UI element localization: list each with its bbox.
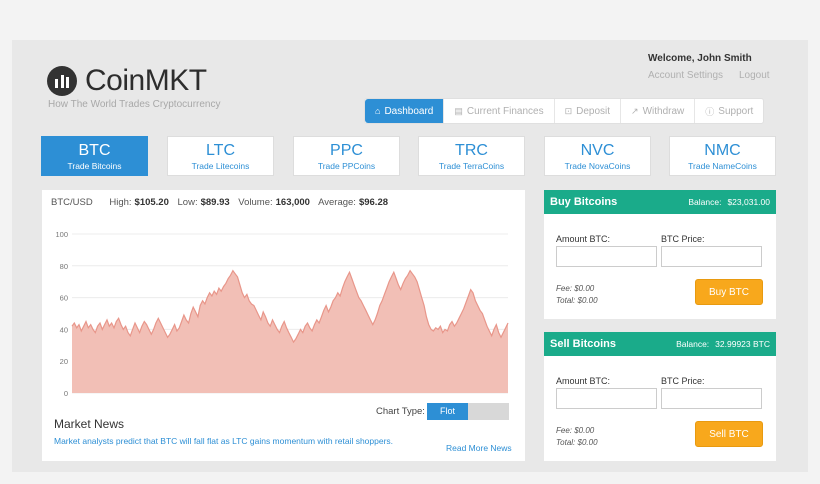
nav-label: Current Finances	[466, 105, 544, 117]
sell-total: Total: $0.00	[556, 438, 598, 447]
support-icon: ⓘ	[705, 106, 715, 117]
coin-subtitle: Trade PPCoins	[317, 161, 376, 171]
nav-label: Deposit	[576, 105, 611, 117]
logo[interactable]: CoinMKT	[47, 66, 207, 96]
price-chart: 0 20 40 60 80 100	[55, 230, 509, 398]
nav-deposit[interactable]: ⊡ Deposit	[553, 99, 620, 123]
buy-amount-input[interactable]	[556, 246, 657, 267]
chart-type-flot[interactable]: Flot	[427, 403, 468, 420]
coin-symbol: NMC	[704, 142, 741, 159]
market-news-title: Market News	[54, 417, 125, 431]
finances-icon: ▤	[454, 105, 463, 116]
coin-symbol: NVC	[580, 142, 615, 159]
buy-title: Buy Bitcoins	[550, 196, 618, 208]
nav-dashboard[interactable]: ⌂ Dashboard	[365, 99, 444, 123]
brand-name: CoinMKT	[85, 64, 207, 97]
y-tick-label: 60	[60, 294, 68, 303]
buy-btc-button[interactable]: Buy BTC	[695, 279, 763, 305]
low-value: $89.93	[200, 197, 230, 208]
average-value: $96.28	[358, 197, 389, 208]
coin-subtitle: Trade Bitcoins	[67, 161, 122, 171]
tagline: How The World Trades Cryptocurrency	[48, 99, 221, 110]
average-label: Average:	[318, 197, 356, 208]
buy-price-input[interactable]	[661, 246, 762, 267]
sell-panel: Sell Bitcoins Balance: 32.99923 BTC Amoun…	[544, 332, 776, 461]
coin-symbol: TRC	[455, 142, 488, 159]
nav-current-finances[interactable]: ▤ Current Finances	[443, 99, 553, 123]
home-icon: ⌂	[375, 106, 381, 116]
buy-total: Total: $0.00	[556, 296, 598, 305]
deposit-icon: ⊡	[564, 105, 573, 116]
y-tick-label: 80	[60, 262, 68, 271]
balance-label: Balance:	[676, 339, 710, 349]
balance-value: 32.99923 BTC	[715, 339, 770, 349]
tab-ltc[interactable]: LTC Trade Litecoins	[167, 136, 274, 176]
volume-label: Volume:	[238, 197, 273, 208]
nav-withdraw[interactable]: ↗ Withdraw	[620, 99, 694, 123]
nav-label: Support	[718, 105, 754, 117]
tab-btc[interactable]: BTC Trade Bitcoins	[41, 136, 148, 176]
y-tick-label: 20	[60, 357, 68, 366]
chart-panel: BTC/USD High: $105.20 Low: $89.93 Volume: 1…	[42, 190, 525, 461]
sell-price-input[interactable]	[661, 388, 762, 409]
logout-link[interactable]: Logout	[739, 70, 770, 81]
welcome-text: Welcome, John Smith	[648, 53, 752, 64]
sell-btc-button[interactable]: Sell BTC	[695, 421, 763, 447]
tab-nmc[interactable]: NMC Trade NameCoins	[669, 136, 776, 176]
buy-balance: Balance: $23,031.00	[682, 197, 770, 207]
y-tick-label: 40	[60, 325, 68, 334]
low-label: Low:	[177, 197, 198, 208]
coin-subtitle: Trade NameCoins	[688, 161, 757, 171]
sell-price-label: BTC Price:	[661, 376, 705, 386]
balance-value: $23,031.00	[727, 197, 770, 207]
sell-balance: Balance: 32.99923 BTC	[670, 339, 770, 349]
sell-fee: Fee: $0.00	[556, 426, 595, 435]
coin-symbol: LTC	[205, 142, 236, 159]
account-settings-link[interactable]: Account Settings	[648, 70, 723, 81]
price-stats: BTC/USD High: $105.20 Low: $89.93 Volume: 1…	[51, 197, 394, 208]
y-tick-label: 0	[64, 389, 68, 398]
sell-title: Sell Bitcoins	[550, 338, 617, 350]
chart-type-toggle[interactable]: Flot	[427, 403, 509, 420]
withdraw-icon: ↗	[631, 105, 639, 116]
read-more-news-link[interactable]: Read More News	[446, 443, 512, 453]
tab-nvc[interactable]: NVC Trade NovaCoins	[544, 136, 651, 176]
coin-subtitle: Trade Litecoins	[191, 161, 250, 171]
sell-amount-label: Amount BTC:	[556, 376, 611, 386]
coin-subtitle: Trade NovaCoins	[564, 161, 631, 171]
main-nav: ⌂ Dashboard ▤ Current Finances ⊡ Deposit…	[364, 98, 765, 124]
buy-fee: Fee: $0.00	[556, 284, 595, 293]
market-news-link[interactable]: Market analysts predict that BTC will fa…	[54, 436, 393, 446]
buy-amount-label: Amount BTC:	[556, 234, 611, 244]
pair-label: BTC/USD	[51, 197, 93, 208]
buy-panel-header: Buy Bitcoins Balance: $23,031.00	[544, 190, 776, 214]
sell-panel-header: Sell Bitcoins Balance: 32.99923 BTC	[544, 332, 776, 356]
tab-trc[interactable]: TRC Trade TerraCoins	[418, 136, 525, 176]
nav-label: Dashboard	[384, 105, 434, 117]
nav-label: Withdraw	[642, 105, 685, 117]
high-label: High:	[109, 197, 132, 208]
nav-support[interactable]: ⓘ Support	[694, 99, 763, 123]
coin-symbol: BTC	[78, 142, 111, 159]
y-tick-label: 100	[55, 230, 68, 239]
buy-panel: Buy Bitcoins Balance: $23,031.00 Amount B…	[544, 190, 776, 319]
chart-type-label: Chart Type:	[376, 406, 425, 417]
sell-amount-input[interactable]	[556, 388, 657, 409]
bar-chart-icon	[47, 66, 77, 96]
buy-price-label: BTC Price:	[661, 234, 705, 244]
tab-ppc[interactable]: PPC Trade PPCoins	[293, 136, 400, 176]
high-value: $105.20	[134, 197, 169, 208]
volume-value: 163,000	[275, 197, 310, 208]
balance-label: Balance:	[688, 197, 722, 207]
coin-symbol: PPC	[330, 142, 363, 159]
coin-subtitle: Trade TerraCoins	[438, 161, 505, 171]
